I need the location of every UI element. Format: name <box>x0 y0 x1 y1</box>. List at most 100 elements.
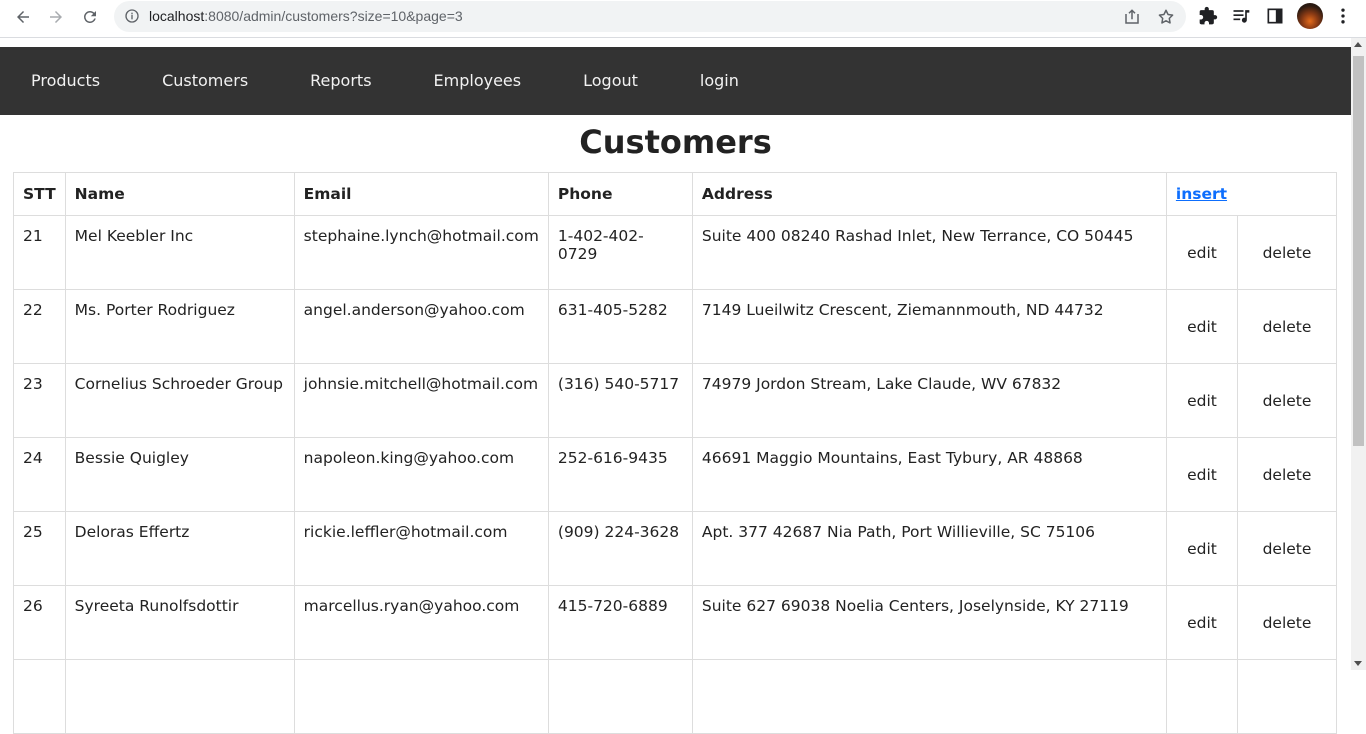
cell-delete: delete <box>1237 585 1337 660</box>
header-insert-cell: insert <box>1165 172 1338 216</box>
header-stt: STT <box>13 172 66 216</box>
delete-button[interactable]: delete <box>1263 244 1312 262</box>
edit-button[interactable]: edit <box>1187 614 1217 632</box>
cell-delete: delete <box>1237 363 1337 438</box>
cell-delete: delete <box>1237 215 1337 290</box>
cell-stt <box>13 659 66 734</box>
page-title: Customers <box>579 123 772 161</box>
side-panel-icon[interactable] <box>1265 6 1285 26</box>
cell-stt: 24 <box>13 437 66 512</box>
forward-button[interactable] <box>43 5 69 29</box>
edit-button[interactable]: edit <box>1187 318 1217 336</box>
cell-email: marcellus.ryan@yahoo.com <box>293 585 549 660</box>
nav-customers[interactable]: Customers <box>131 47 279 115</box>
star-icon[interactable] <box>1157 8 1175 26</box>
cell-email <box>293 659 549 734</box>
scrollbar-thumb[interactable] <box>1353 56 1364 446</box>
cell-stt: 23 <box>13 363 66 438</box>
edit-button[interactable]: edit <box>1187 392 1217 410</box>
delete-button[interactable]: delete <box>1263 466 1312 484</box>
cell-email: johnsie.mitchell@hotmail.com <box>293 363 549 438</box>
delete-button[interactable]: delete <box>1263 318 1312 336</box>
cell-edit: edit <box>1165 437 1239 512</box>
table-body: 21 Mel Keebler Inc stephaine.lynch@hotmail… <box>13 215 1337 734</box>
table-row: 26 Syreeta Runolfsdottir marcellus.ryan@ya… <box>13 585 1337 660</box>
nav-login[interactable]: login <box>669 47 770 115</box>
cell-phone: 415-720-6889 <box>547 585 693 660</box>
cell-stt: 26 <box>13 585 66 660</box>
info-icon[interactable] <box>124 8 140 24</box>
table-row: 21 Mel Keebler Inc stephaine.lynch@hotmail… <box>13 215 1337 290</box>
top-navigation: Products Customers Reports Employees Log… <box>0 47 1351 115</box>
customers-table: STT Name Email Phone Address insert 21 Me… <box>13 172 1338 734</box>
address-bar[interactable]: localhost:8080/admin/customers?size=10&p… <box>114 1 1186 32</box>
header-address: Address <box>691 172 1167 216</box>
cell-edit: edit <box>1165 215 1239 290</box>
nav-products[interactable]: Products <box>0 47 131 115</box>
delete-button[interactable]: delete <box>1263 540 1312 558</box>
url-text: localhost:8080/admin/customers?size=10&p… <box>149 8 463 24</box>
cell-name: Ms. Porter Rodriguez <box>64 289 295 364</box>
reload-button[interactable] <box>77 5 103 29</box>
back-button[interactable] <box>10 5 36 29</box>
scroll-down-arrow-icon[interactable] <box>1354 661 1362 666</box>
cell-edit: edit <box>1165 363 1239 438</box>
table-row: 22 Ms. Porter Rodriguez angel.anderson@yah… <box>13 289 1337 364</box>
table-header-row: STT Name Email Phone Address insert <box>13 172 1338 216</box>
cell-address <box>691 659 1167 734</box>
insert-link[interactable]: insert <box>1176 185 1227 203</box>
reload-icon <box>83 10 96 23</box>
share-icon[interactable] <box>1123 8 1141 26</box>
cell-phone: 252-616-9435 <box>547 437 693 512</box>
cell-phone: (316) 540-5717 <box>547 363 693 438</box>
edit-button[interactable]: edit <box>1187 540 1217 558</box>
cell-edit <box>1165 659 1239 734</box>
cell-name: Syreeta Runolfsdottir <box>64 585 295 660</box>
cell-delete: delete <box>1237 437 1337 512</box>
edit-button[interactable]: edit <box>1187 466 1217 484</box>
profile-avatar[interactable] <box>1297 3 1323 29</box>
page-scrollbar[interactable] <box>1351 38 1366 670</box>
cell-address: Suite 400 08240 Rashad Inlet, New Terran… <box>691 215 1167 290</box>
scroll-up-arrow-icon[interactable] <box>1354 42 1362 47</box>
cell-name: Deloras Effertz <box>64 511 295 586</box>
cell-delete: delete <box>1237 511 1337 586</box>
nav-employees[interactable]: Employees <box>403 47 553 115</box>
cell-address: 74979 Jordon Stream, Lake Claude, WV 678… <box>691 363 1167 438</box>
table-row: 23 Cornelius Schroeder Group johnsie.mitch… <box>13 363 1337 438</box>
header-phone: Phone <box>547 172 693 216</box>
cell-phone: (909) 224-3628 <box>547 511 693 586</box>
cell-phone: 1-402-402-0729 <box>547 215 693 290</box>
cell-edit: edit <box>1165 585 1239 660</box>
cell-email: rickie.leffler@hotmail.com <box>293 511 549 586</box>
table-row: 24 Bessie Quigley napoleon.king@yahoo.com 2… <box>13 437 1337 512</box>
nav-logout[interactable]: Logout <box>552 47 669 115</box>
url-host: localhost <box>149 8 205 24</box>
cell-phone <box>547 659 693 734</box>
edit-button[interactable]: edit <box>1187 244 1217 262</box>
media-playlist-icon[interactable] <box>1231 6 1251 26</box>
cell-address: 46691 Maggio Mountains, East Tybury, AR … <box>691 437 1167 512</box>
nav-reports[interactable]: Reports <box>279 47 402 115</box>
cell-edit: edit <box>1165 511 1239 586</box>
cell-name: Cornelius Schroeder Group <box>64 363 295 438</box>
delete-button[interactable]: delete <box>1263 614 1312 632</box>
header-email: Email <box>293 172 549 216</box>
cell-name <box>64 659 295 734</box>
delete-button[interactable]: delete <box>1263 392 1312 410</box>
browser-toolbar: localhost:8080/admin/customers?size=10&p… <box>0 0 1366 38</box>
arrow-right-icon <box>50 11 62 23</box>
cell-edit: edit <box>1165 289 1239 364</box>
arrow-left-icon <box>17 11 29 23</box>
cell-stt: 22 <box>13 289 66 364</box>
table-row <box>13 659 1337 734</box>
cell-address: Suite 627 69038 Noelia Centers, Joselyns… <box>691 585 1167 660</box>
url-path: :8080/admin/customers?size=10&page=3 <box>204 8 463 24</box>
cell-name: Mel Keebler Inc <box>64 215 295 290</box>
cell-phone: 631-405-5282 <box>547 289 693 364</box>
kebab-menu-icon[interactable] <box>1333 6 1353 26</box>
cell-delete: delete <box>1237 289 1337 364</box>
header-name: Name <box>64 172 295 216</box>
puzzle-icon[interactable] <box>1198 6 1218 26</box>
cell-stt: 25 <box>13 511 66 586</box>
